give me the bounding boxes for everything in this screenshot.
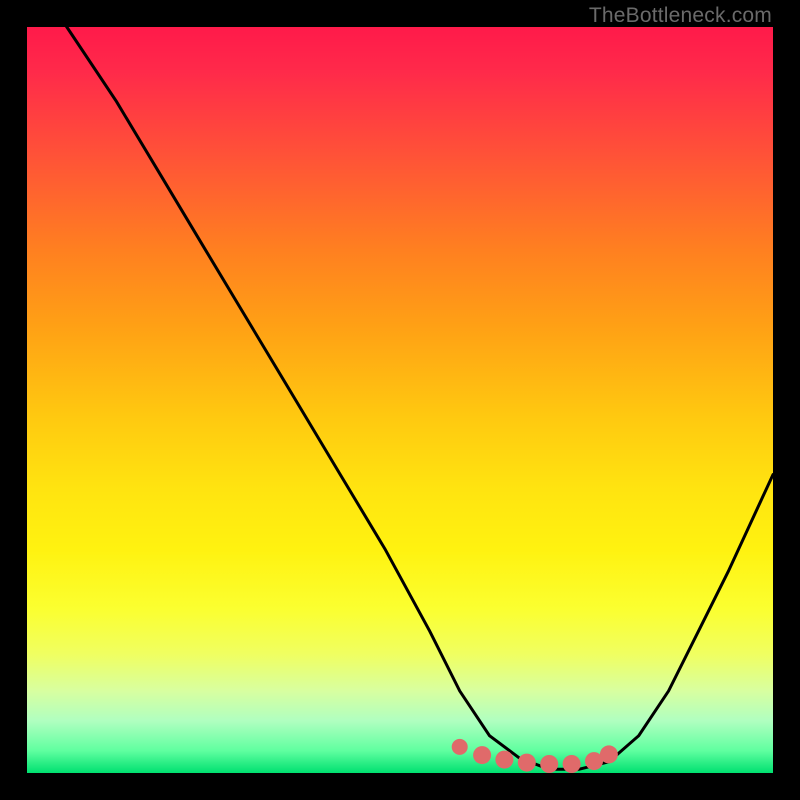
chart-container: TheBottleneck.com xyxy=(0,0,800,800)
watermark-text: TheBottleneck.com xyxy=(589,4,772,28)
plot-gradient-area xyxy=(27,27,773,773)
